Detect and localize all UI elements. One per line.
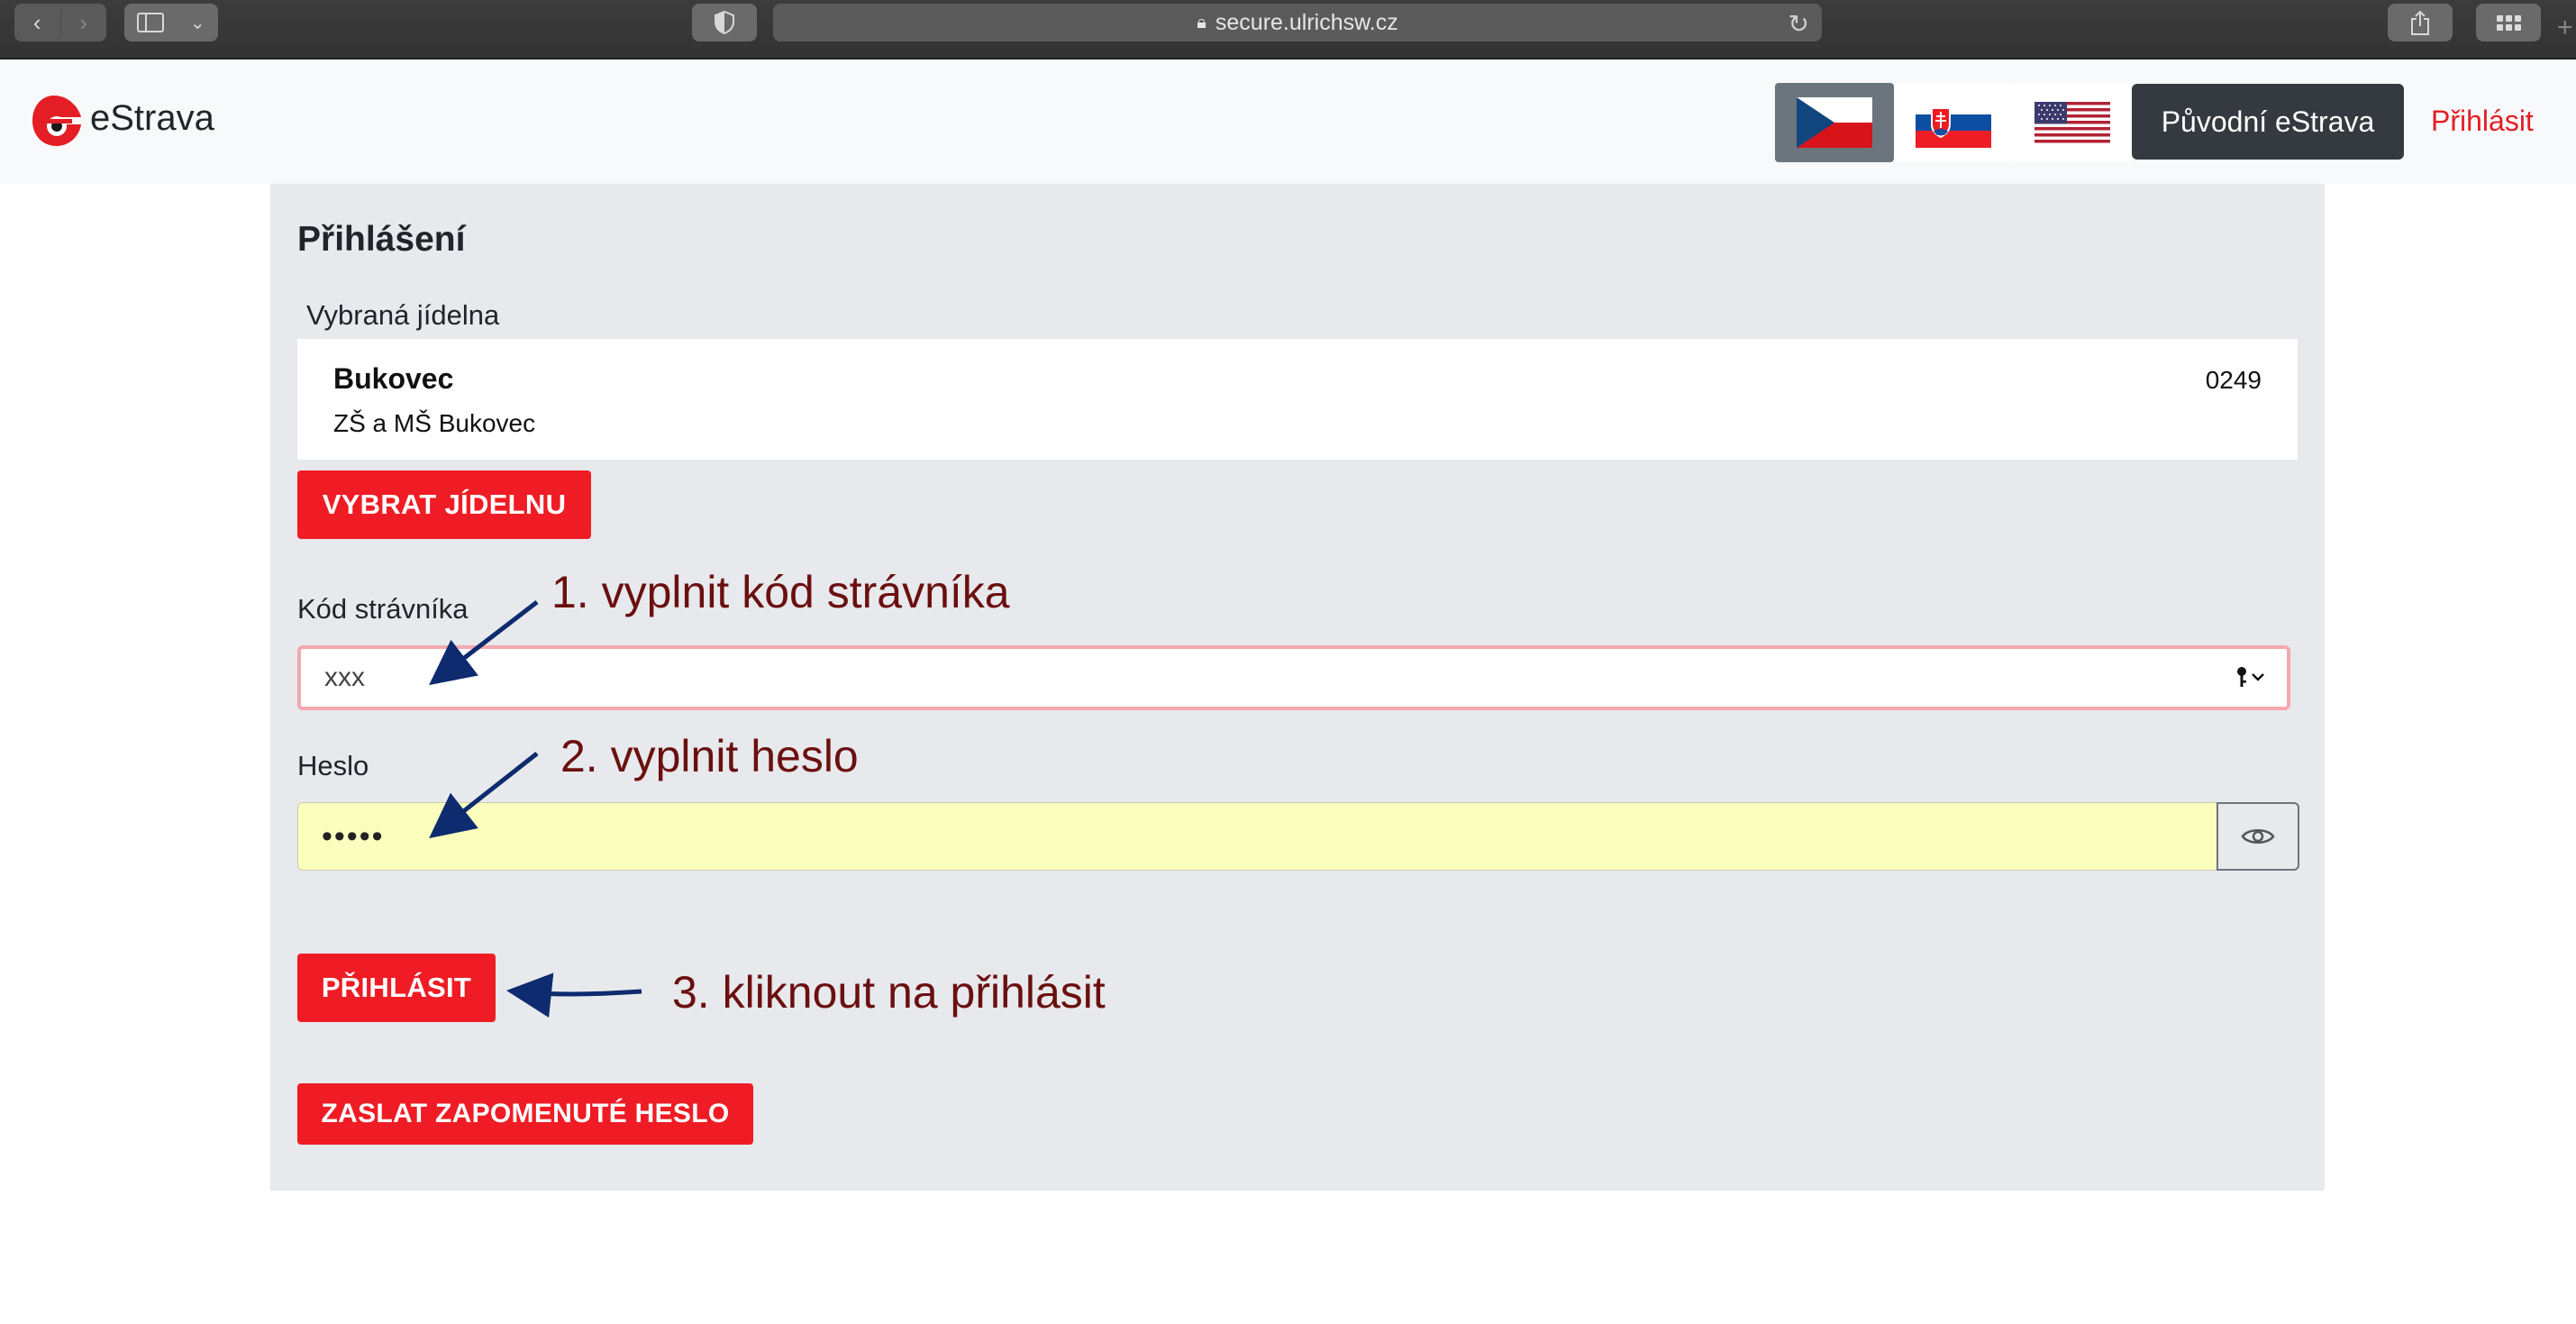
annotation-step-1: 1. vyplnit kód strávníka bbox=[551, 567, 1010, 617]
selected-canteen-card: Bukovec ZŠ a MŠ Bukovec 0249 bbox=[297, 339, 2298, 460]
forward-icon[interactable]: › bbox=[59, 8, 107, 37]
browser-toolbar: ‹ › ⌄ 🔒︎ secure.ulrichsw.cz ↻ + bbox=[0, 0, 2576, 59]
canteen-name: Bukovec bbox=[333, 362, 454, 395]
selected-canteen-label: Vybraná jídelna bbox=[306, 299, 500, 331]
forgot-password-button[interactable]: ZASLAT ZAPOMENUTÉ HESLO bbox=[297, 1083, 753, 1145]
login-panel: Přihlášení Vybraná jídelna Bukovec ZŠ a … bbox=[270, 184, 2325, 1191]
navigation-buttons: ‹ › bbox=[14, 4, 106, 41]
password-label: Heslo bbox=[297, 750, 369, 781]
url-text: secure.ulrichsw.cz bbox=[1215, 9, 1398, 35]
annotation-step-3: 3. kliknout na přihlásit bbox=[672, 967, 1106, 1018]
slovak-flag-icon bbox=[1916, 97, 1991, 148]
header-login-link[interactable]: Přihlásit bbox=[2431, 105, 2534, 138]
back-icon[interactable]: ‹ bbox=[14, 9, 60, 37]
us-flag-icon bbox=[2034, 102, 2110, 143]
language-czech-button[interactable] bbox=[1775, 83, 1894, 162]
language-slovak-button[interactable] bbox=[1894, 83, 2013, 162]
chevron-down-icon: ⌄ bbox=[189, 13, 205, 33]
sidebar-icon bbox=[137, 13, 165, 32]
czech-flag-icon bbox=[1797, 97, 1872, 148]
share-icon bbox=[2411, 10, 2429, 35]
eye-icon bbox=[2241, 829, 2275, 844]
key-autofill-icon[interactable] bbox=[2231, 663, 2267, 692]
choose-canteen-button[interactable]: VYBRAT JÍDELNU bbox=[297, 470, 591, 539]
grid-icon bbox=[2496, 14, 2521, 31]
reload-icon[interactable]: ↻ bbox=[1789, 9, 1809, 39]
login-button[interactable]: PŘIHLÁSIT bbox=[297, 954, 496, 1022]
estrava-logo-icon bbox=[32, 96, 81, 146]
brand-name: eStrava bbox=[90, 98, 214, 138]
new-tab-icon[interactable]: + bbox=[2557, 13, 2573, 43]
address-bar[interactable]: 🔒︎ secure.ulrichsw.cz ↻ bbox=[773, 4, 1822, 41]
tab-overview-button[interactable] bbox=[2476, 4, 2541, 41]
customer-code-input[interactable] bbox=[297, 645, 2290, 710]
annotation-step-2: 2. vyplnit heslo bbox=[560, 731, 859, 781]
privacy-report-button[interactable] bbox=[692, 4, 757, 41]
shield-icon bbox=[715, 11, 734, 34]
site-header: eStrava Původní eStrava Přihlásit bbox=[0, 59, 2576, 184]
lock-icon: 🔒︎ bbox=[1197, 12, 1206, 32]
customer-code-label: Kód strávníka bbox=[297, 593, 469, 625]
original-estrava-button[interactable]: Původní eStrava bbox=[2132, 84, 2404, 160]
language-english-button[interactable] bbox=[2013, 83, 2132, 162]
page-title: Přihlášení bbox=[297, 220, 466, 259]
show-password-button[interactable] bbox=[2216, 802, 2299, 871]
canteen-full-name: ZŠ a MŠ Bukovec bbox=[333, 409, 536, 437]
share-button[interactable] bbox=[2388, 4, 2453, 41]
sidebar-toggle-button[interactable]: ⌄ bbox=[124, 4, 218, 41]
password-input[interactable] bbox=[297, 802, 2216, 871]
canteen-code: 0249 bbox=[2205, 366, 2262, 394]
